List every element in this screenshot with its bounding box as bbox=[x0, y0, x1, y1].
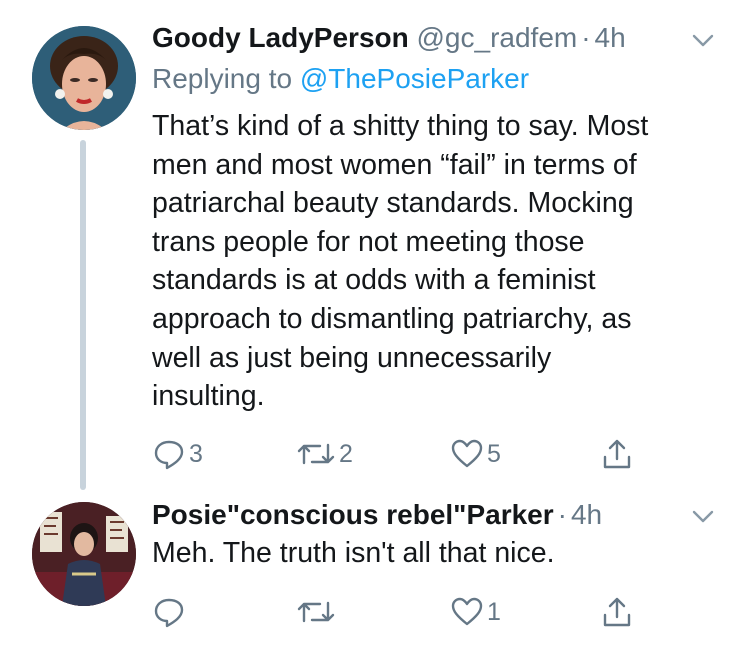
tweet-body: Meh. The truth isn't all that nice. bbox=[152, 534, 727, 573]
retweet-count: 2 bbox=[339, 440, 353, 468]
like-button[interactable]: 1 bbox=[450, 592, 501, 632]
tweet-body-line: patriarchal beauty standards. Mocking bbox=[152, 187, 634, 220]
retweet-icon bbox=[296, 595, 336, 629]
thread-connector-line bbox=[80, 140, 86, 490]
heart-icon bbox=[450, 595, 484, 629]
like-count: 1 bbox=[487, 598, 501, 626]
retweet-icon bbox=[296, 437, 336, 471]
timestamp[interactable]: 4h bbox=[595, 22, 626, 53]
like-count: 5 bbox=[487, 440, 501, 468]
avatar[interactable] bbox=[32, 502, 136, 606]
author-handle[interactable]: @gc_radfem bbox=[417, 22, 578, 53]
tweet-body: That’s kind of a shitty thing to say. Mo… bbox=[152, 107, 727, 416]
timestamp[interactable]: 4h bbox=[571, 499, 602, 530]
avatar-portrait-image bbox=[32, 26, 136, 130]
author-name[interactable]: Goody LadyPerson bbox=[152, 22, 409, 53]
tweet-body-line: approach to dismantling patriarchy, as bbox=[152, 302, 632, 335]
tweet-header: Posie"conscious rebel"Parker · 4h bbox=[152, 499, 602, 531]
heart-icon bbox=[450, 437, 484, 471]
tweet-actions: 1 bbox=[152, 592, 652, 632]
tweet-header: Goody LadyPerson @gc_radfem · 4h bbox=[152, 22, 626, 54]
reply-button[interactable] bbox=[152, 592, 189, 632]
share-icon bbox=[600, 437, 634, 471]
avatar[interactable] bbox=[32, 26, 136, 130]
reply-icon bbox=[152, 595, 186, 629]
retweet-button[interactable] bbox=[296, 592, 339, 632]
chevron-down-icon[interactable] bbox=[690, 28, 716, 54]
tweet-goody-ladyperson[interactable]: Goody LadyPerson @gc_radfem · 4h Replying … bbox=[0, 0, 750, 495]
author-name[interactable]: Posie"conscious rebel"Parker bbox=[152, 499, 554, 530]
reply-count: 3 bbox=[189, 440, 203, 468]
tweet-body-line: well as just being unnecessarily bbox=[152, 341, 552, 374]
tweet-body-line: Meh. The truth isn't all that nice. bbox=[152, 537, 555, 569]
separator-dot: · bbox=[581, 22, 591, 53]
tweet-body-line: insulting. bbox=[152, 380, 265, 413]
separator-dot: · bbox=[557, 499, 567, 530]
tweet-body-line: standards is at odds with a feminist bbox=[152, 264, 596, 297]
avatar-portrait-image bbox=[32, 502, 136, 606]
chevron-down-icon[interactable] bbox=[690, 504, 716, 530]
replying-to-mention[interactable]: @ThePosieParker bbox=[300, 63, 529, 94]
tweet-body-line: That’s kind of a shitty thing to say. Mo… bbox=[152, 110, 649, 142]
replying-to-line: Replying to @ThePosieParker bbox=[152, 62, 529, 96]
tweet-body-line: men and most women “fail” in terms of bbox=[152, 148, 637, 181]
retweet-button[interactable]: 2 bbox=[296, 434, 353, 474]
share-button[interactable] bbox=[600, 592, 634, 632]
tweet-actions: 3 2 5 bbox=[152, 434, 652, 474]
like-button[interactable]: 5 bbox=[450, 434, 501, 474]
share-button[interactable] bbox=[600, 434, 634, 474]
reply-icon bbox=[152, 437, 186, 471]
tweet-body-line: trans people for not meeting those bbox=[152, 225, 585, 258]
replying-to-label: Replying to bbox=[152, 63, 293, 94]
share-icon bbox=[600, 595, 634, 629]
reply-button[interactable]: 3 bbox=[152, 434, 203, 474]
